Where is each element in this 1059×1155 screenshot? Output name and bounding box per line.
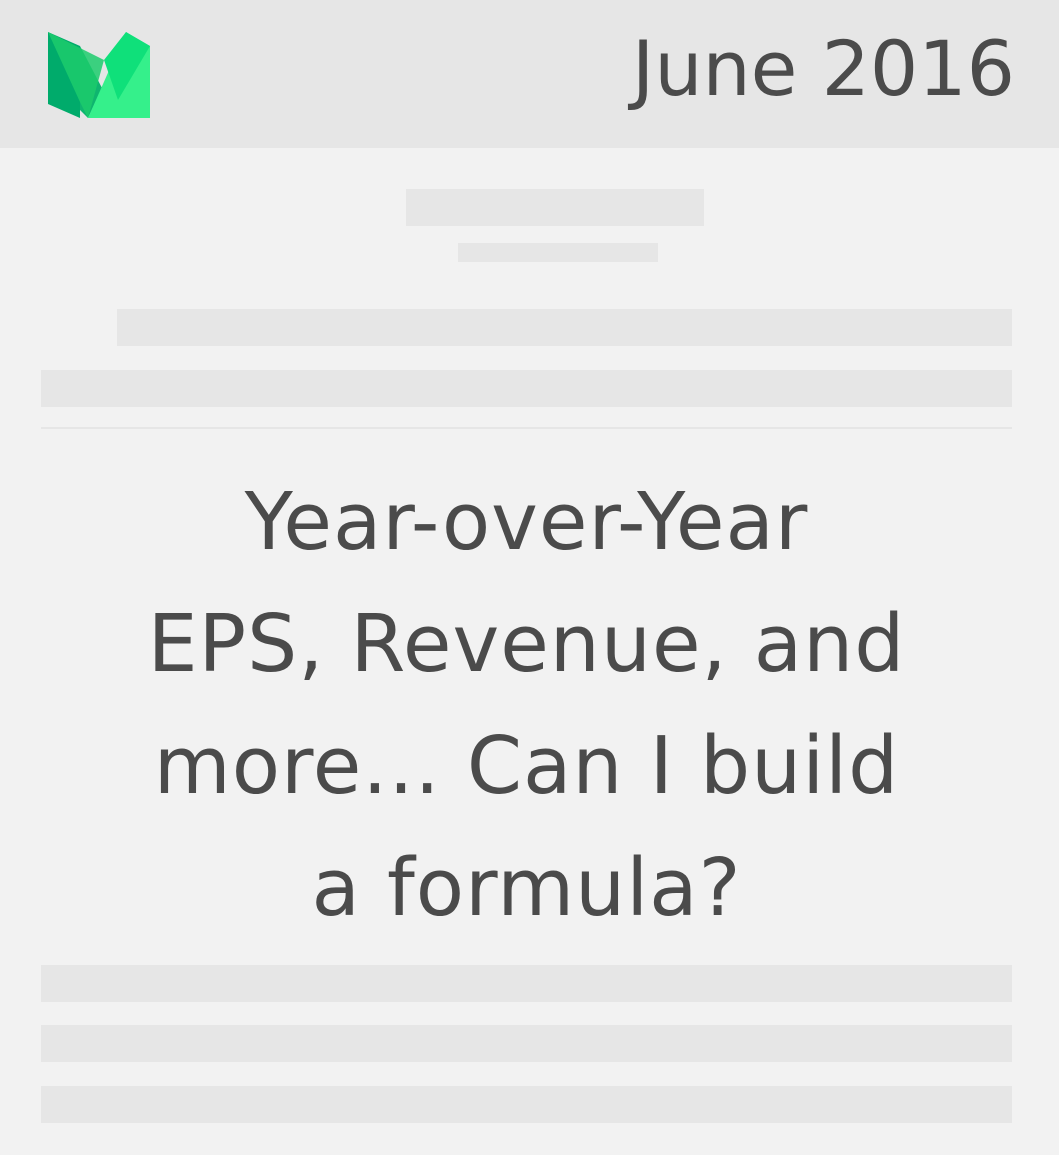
placeholder-title-bar — [406, 189, 704, 226]
title-line: Year-over-Year — [244, 476, 809, 568]
placeholder-subtitle-bar — [458, 243, 658, 262]
placeholder-line-2 — [41, 370, 1012, 407]
article-title[interactable]: Year-over-Year EPS, Revenue, and more...… — [41, 461, 1012, 949]
title-line: EPS, Revenue, and — [147, 598, 906, 690]
placeholder-line-3 — [41, 965, 1012, 1002]
article-title-card: Year-over-Year EPS, Revenue, and more...… — [41, 427, 1012, 949]
title-line: a formula? — [311, 842, 742, 934]
medium-logo-icon[interactable] — [46, 30, 152, 120]
publication-date: June 2016 — [631, 24, 1015, 113]
title-line: more... Can I build — [153, 720, 900, 812]
placeholder-line-4 — [41, 1025, 1012, 1062]
placeholder-line-1 — [117, 309, 1012, 346]
placeholder-line-5 — [41, 1086, 1012, 1123]
header: June 2016 — [0, 0, 1059, 148]
